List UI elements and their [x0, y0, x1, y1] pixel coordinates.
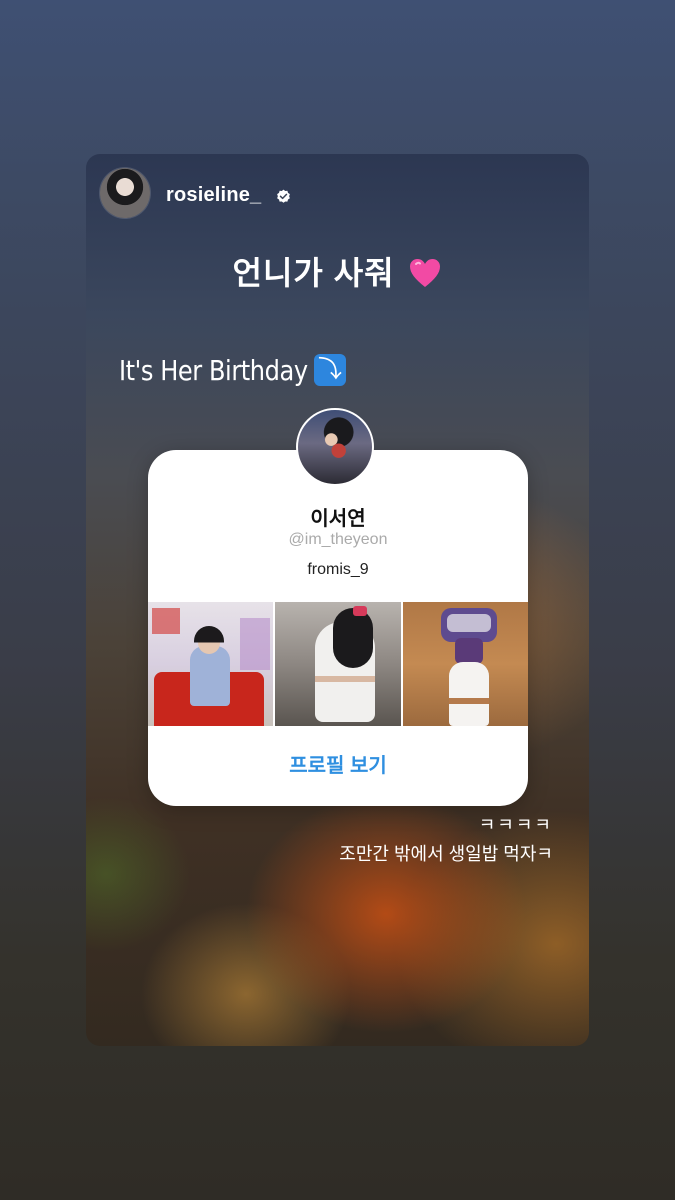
profile-handle: @im_theyeon [288, 531, 388, 548]
caption-laugh: ㅋㅋㅋㅋ [478, 815, 553, 835]
username[interactable]: rosieline_ [166, 184, 261, 207]
profile-photo-3[interactable] [402, 602, 528, 726]
headline-label: 언니가 사줘 [232, 255, 395, 291]
profile-name: 이서연 [310, 508, 366, 530]
profile-photo-grid [148, 602, 528, 726]
verified-badge-icon [277, 189, 290, 203]
profile-card-avatar[interactable] [296, 408, 374, 486]
pink-heart-icon [410, 259, 441, 287]
story-frame: rosieline_ 언니가 사줘 It's Her Birthday ⤵ 이서… [86, 154, 589, 1046]
profile-card[interactable]: 이서연 @im_theyeon fromis_9 프로필 보기 [148, 450, 528, 806]
user-avatar[interactable] [100, 168, 150, 218]
headline-text: 언니가 사줘 [86, 248, 589, 294]
birthday-text: It's Her Birthday [119, 354, 308, 387]
arrow-down-right-icon: ⤵ [314, 354, 346, 386]
profile-photo-2[interactable] [275, 602, 401, 726]
view-profile-button[interactable]: 프로필 보기 [148, 726, 528, 806]
profile-bio: fromis_9 [307, 561, 369, 578]
profile-photo-1[interactable] [148, 602, 274, 726]
caption-message: 조만간 밖에서 생일밥 먹자ㅋ [339, 844, 553, 864]
